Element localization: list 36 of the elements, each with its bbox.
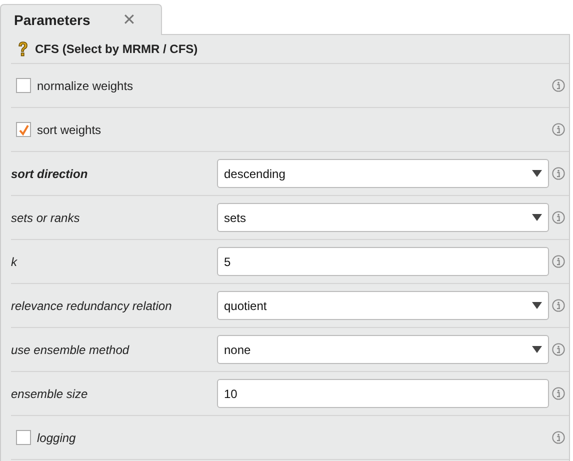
parameter-label: ensemble size [11, 386, 89, 400]
checkbox[interactable] [16, 430, 31, 445]
tab-title: Parameters [14, 12, 90, 28]
checkbox-label: sort weights [37, 122, 102, 136]
operator-title: CFS (Select by MRMR / CFS) [35, 42, 198, 56]
checkbox-label: logging [37, 430, 76, 444]
checkbox-label: normalize weights [37, 78, 134, 92]
caret-icon [532, 346, 542, 353]
input-field[interactable]: 5 [217, 247, 549, 276]
parameter-label: relevance redundancy relation [11, 298, 173, 312]
input-field[interactable]: 10 [217, 379, 549, 408]
parameter-label: sort direction [11, 166, 89, 180]
info-icon[interactable] [552, 387, 565, 400]
info-icon[interactable] [552, 343, 565, 356]
info-icon[interactable] [552, 79, 565, 92]
caret-icon [532, 302, 542, 309]
checkbox[interactable] [16, 122, 31, 137]
caret-icon [532, 170, 542, 177]
question-mark-icon [17, 41, 29, 57]
parameter-label: use ensemble method [11, 342, 130, 356]
parameter-label: sets or ranks [11, 210, 81, 224]
parameters-tab[interactable]: Parameters ✕ [0, 4, 162, 35]
checkbox[interactable] [16, 78, 31, 93]
dropdown[interactable]: descending [217, 159, 549, 188]
dropdown[interactable]: quotient [217, 291, 549, 320]
info-icon[interactable] [552, 255, 565, 268]
close-button[interactable]: ✕ [122, 10, 136, 30]
dropdown[interactable]: none [217, 335, 549, 364]
info-icon[interactable] [552, 431, 565, 444]
info-icon[interactable] [552, 299, 565, 312]
info-icon[interactable] [552, 211, 565, 224]
dropdown[interactable]: sets [217, 203, 549, 232]
caret-icon [532, 214, 542, 221]
info-icon[interactable] [552, 167, 565, 180]
info-icon[interactable] [552, 123, 565, 136]
parameter-label: k [11, 254, 18, 268]
